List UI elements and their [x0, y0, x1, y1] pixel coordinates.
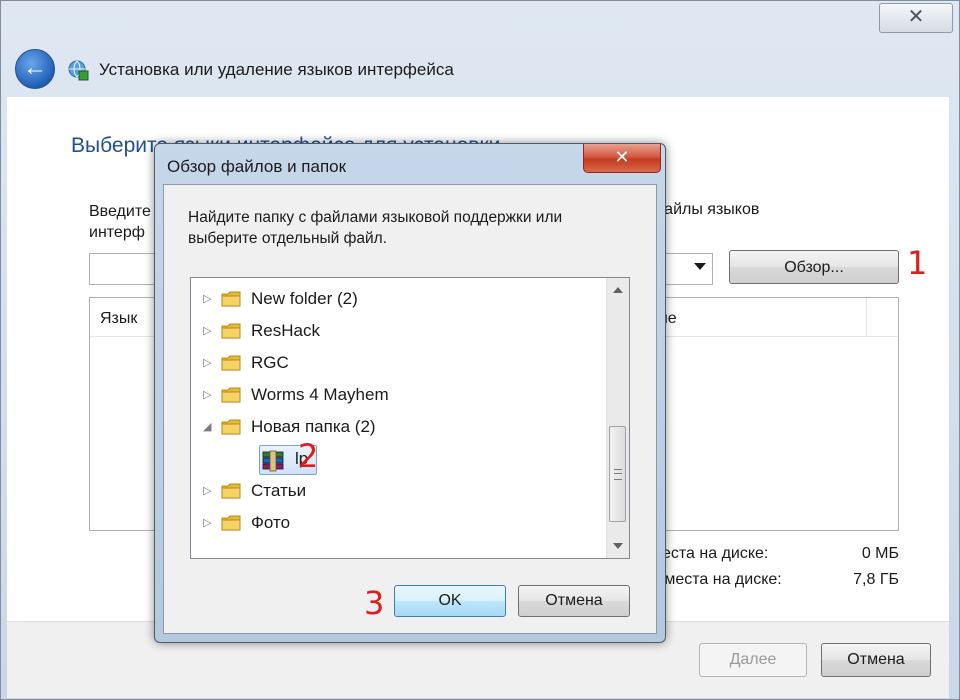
annotation-3: 3: [364, 584, 385, 622]
cancel-button[interactable]: Отмена: [821, 643, 931, 677]
tree-item-label: RGC: [251, 353, 289, 372]
disk-required-value: 0 МБ: [861, 545, 899, 562]
tree-item[interactable]: ▷ RGC: [191, 348, 603, 378]
tree-item[interactable]: ▷ Worms 4 Mayhem: [191, 380, 603, 410]
tree-item-label: Статьи: [251, 481, 307, 500]
tree-item-label: Worms 4 Mayhem: [251, 385, 389, 404]
expand-arrow-icon[interactable]: ▷: [203, 389, 211, 401]
folder-icon: [221, 353, 241, 373]
folder-icon: [221, 481, 241, 501]
tree-item[interactable]: ▷ Статьи: [191, 476, 603, 506]
dialog-close-button[interactable]: ✕: [583, 144, 661, 173]
archive-icon: [261, 449, 284, 472]
column-language[interactable]: Язык: [100, 310, 137, 328]
tree-item-label: Новая папка (2): [251, 417, 376, 436]
folder-tree[interactable]: ▷ New folder (2) ▷ ResHack ▷ RGC ▷ Worms 4 Mayh…: [190, 277, 630, 559]
next-button[interactable]: Далее: [699, 643, 807, 677]
disk-required-label: места на диске:: [651, 545, 769, 562]
close-icon: ✕: [907, 6, 925, 28]
scroll-up-arrow-icon[interactable]: [613, 287, 623, 293]
expand-arrow-icon[interactable]: ▷: [203, 357, 211, 369]
dialog-body: Найдите папку с файлами языковой поддерж…: [163, 184, 657, 634]
tree-item[interactable]: ▷ Фото: [191, 508, 603, 538]
tree-item[interactable]: ▷ New folder (2): [191, 284, 603, 314]
folder-icon: [221, 289, 241, 309]
dialog-title: Обзор файлов и папок: [167, 157, 347, 176]
expand-arrow-icon[interactable]: ▷: [203, 325, 211, 337]
tree-scrollbar[interactable]: [606, 278, 629, 558]
tree-item-label: Фото: [251, 513, 291, 532]
back-button[interactable]: ←: [15, 49, 55, 89]
instruction-right-text: файлы языков: [651, 201, 760, 218]
ok-button[interactable]: OK: [394, 585, 506, 617]
expand-arrow-icon[interactable]: ▷: [203, 517, 211, 529]
expand-arrow-icon[interactable]: ▷: [203, 293, 211, 305]
scroll-thumb[interactable]: [609, 426, 626, 522]
tree-item-label: New folder (2): [251, 289, 358, 308]
tree-item[interactable]: ▷ ResHack: [191, 316, 603, 346]
browse-button[interactable]: Обзор...: [729, 250, 899, 284]
folder-icon: [221, 321, 241, 341]
annotation-2: 2: [298, 437, 319, 475]
window-title: Установка или удаление языков интерфейса: [99, 60, 454, 79]
browse-dialog: Обзор файлов и папок ✕ Найдите папку с ф…: [154, 143, 666, 643]
column-separator[interactable]: [866, 298, 867, 336]
disk-available-label: о места на диске:: [651, 571, 782, 588]
disk-available-value: 7,8 ГБ: [853, 571, 899, 588]
dialog-cancel-button[interactable]: Отмена: [518, 585, 630, 617]
chevron-down-icon[interactable]: [694, 263, 706, 270]
annotation-1: 1: [907, 244, 928, 282]
folder-icon: [221, 385, 241, 405]
scroll-down-arrow-icon[interactable]: [613, 543, 623, 549]
tree-item-label: ResHack: [251, 321, 320, 340]
close-icon: ✕: [614, 147, 630, 167]
dialog-description: Найдите папку с файлами языковой поддерж…: [188, 209, 563, 247]
folder-icon: [221, 513, 241, 533]
window-close-button[interactable]: ✕: [879, 3, 953, 33]
instruction-line-2: интерф: [89, 224, 145, 241]
instruction-line-1: Введите: [89, 203, 151, 220]
back-arrow-icon: ←: [23, 54, 47, 81]
collapse-arrow-icon[interactable]: ◢: [203, 421, 211, 433]
expand-arrow-icon[interactable]: ▷: [203, 485, 211, 497]
tree-item[interactable]: ◢ Новая папка (2): [191, 412, 603, 442]
grip-icon: [614, 469, 622, 480]
globe-icon: [68, 60, 89, 81]
folder-icon: [221, 417, 241, 437]
tree-item[interactable]: lp: [191, 444, 603, 475]
